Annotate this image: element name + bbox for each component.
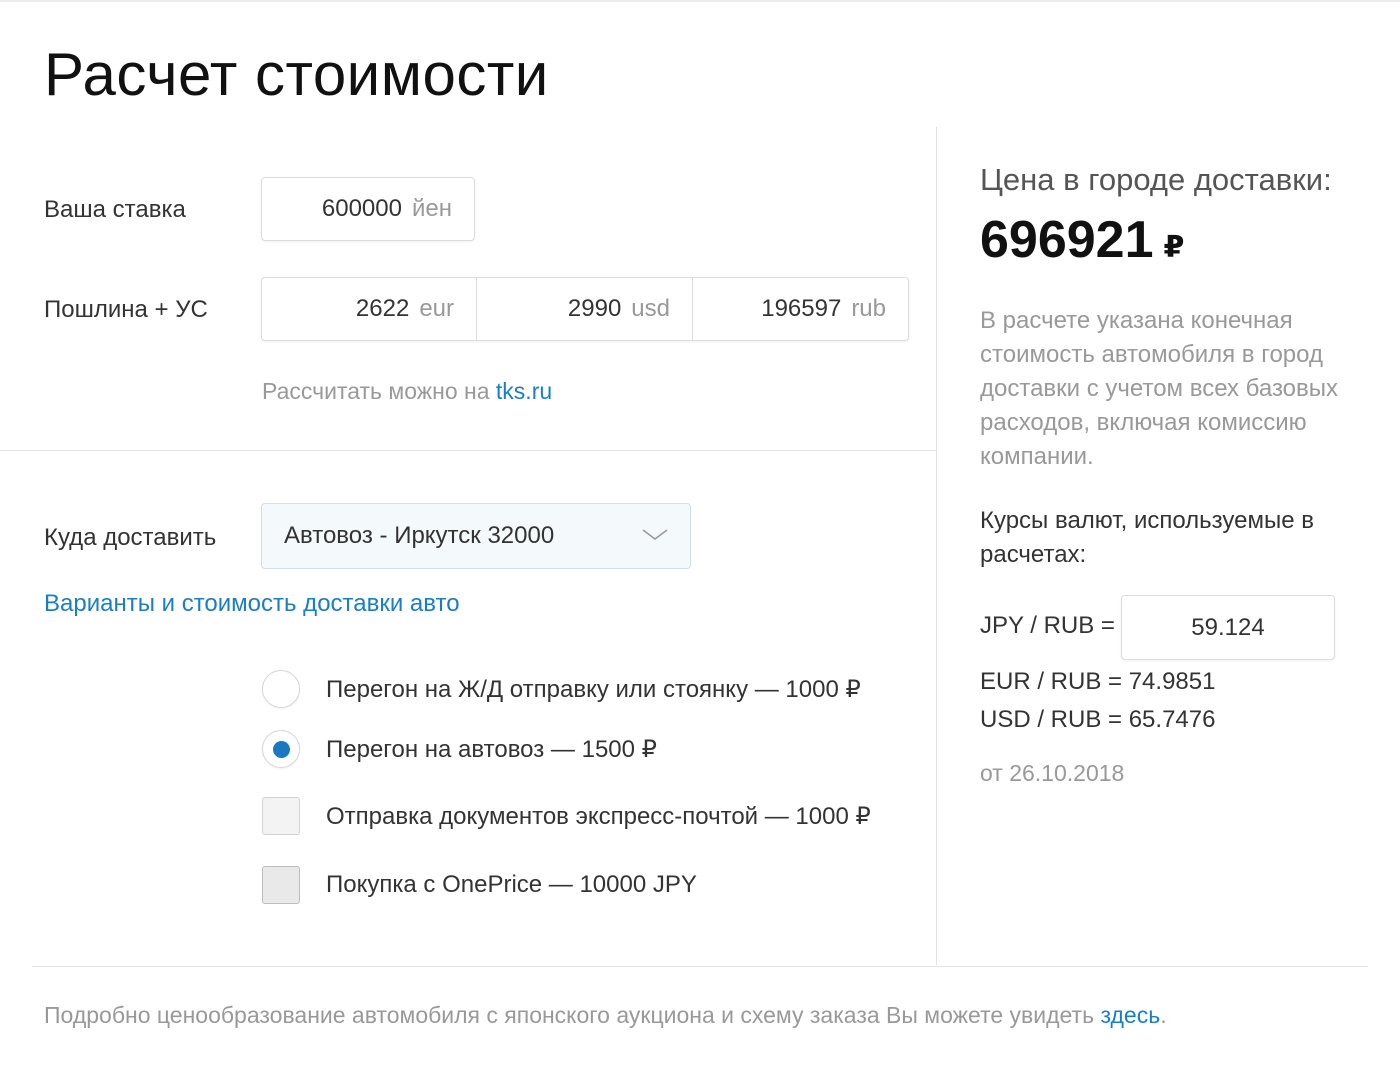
price-description: В расчете указана конечная стоимость авт… bbox=[980, 307, 1339, 470]
delivery-label: Куда доставить bbox=[44, 524, 217, 551]
option-rail-transfer-label: Перегон на Ж/Д отправку или стоянку — 10… bbox=[326, 675, 861, 703]
top-divider bbox=[0, 0, 1400, 2]
usd-rub-rate: USD / RUB = 65.7476 bbox=[980, 706, 1216, 733]
duty-input-group: 2622 eur 2990 usd 196597 rub bbox=[261, 277, 909, 341]
option-oneprice-label: Покупка с OnePrice — 10000 JPY bbox=[326, 871, 697, 898]
jpy-rub-label: JPY / RUB = bbox=[980, 612, 1115, 639]
checkbox-oneprice[interactable] bbox=[262, 866, 300, 904]
footer-here-link[interactable]: здесь bbox=[1100, 1002, 1160, 1028]
delivery-selected-value: Автовоз - Иркутск 32000 bbox=[284, 522, 555, 549]
page-title: Расчет стоимости bbox=[44, 41, 549, 108]
duty-rub-value: 196597 bbox=[761, 295, 842, 322]
bid-unit: йен bbox=[411, 195, 452, 222]
radio-rail-transfer[interactable] bbox=[262, 670, 300, 708]
jpy-rub-value: 59.124 bbox=[1191, 613, 1265, 641]
duty-eur-unit: eur bbox=[419, 295, 454, 322]
option-car-carrier-label: Перегон на автовоз — 1500 ₽ bbox=[326, 735, 657, 763]
duty-eur-field[interactable]: 2622 eur bbox=[262, 278, 476, 340]
footer-note: Подробно ценообразование автомобиля с яп… bbox=[44, 1002, 1167, 1029]
option-oneprice[interactable]: Покупка с OnePrice — 10000 JPY bbox=[262, 866, 697, 904]
footer-text: Подробно ценообразование автомобиля с яп… bbox=[44, 1002, 1095, 1028]
radio-car-carrier[interactable] bbox=[262, 730, 300, 768]
bid-input[interactable]: 600000 йен bbox=[261, 177, 475, 241]
duty-label: Пошлина + УС bbox=[44, 296, 208, 323]
duty-rub-field[interactable]: 196597 rub bbox=[693, 278, 908, 340]
duty-usd-unit: usd bbox=[631, 295, 670, 322]
tks-link[interactable]: tks.ru bbox=[496, 378, 552, 404]
delivery-select[interactable]: Автовоз - Иркутск 32000 bbox=[261, 503, 691, 569]
option-car-carrier[interactable]: Перегон на автовоз — 1500 ₽ bbox=[262, 730, 657, 768]
option-express-docs-label: Отправка документов экспресс-почтой — 10… bbox=[326, 802, 871, 830]
price-value: 696921 bbox=[980, 211, 1154, 269]
eur-rub-rate: EUR / RUB = 74.9851 bbox=[980, 668, 1216, 695]
option-rail-transfer[interactable]: Перегон на Ж/Д отправку или стоянку — 10… bbox=[262, 670, 861, 708]
option-express-docs[interactable]: Отправка документов экспресс-почтой — 10… bbox=[262, 797, 871, 835]
bid-label: Ваша ставка bbox=[44, 196, 186, 223]
duty-usd-value: 2990 bbox=[567, 295, 622, 322]
rates-date: от 26.10.2018 bbox=[980, 760, 1125, 786]
price-total: 696921 ₽ bbox=[980, 210, 1184, 270]
delivery-options-link[interactable]: Варианты и стоимость доставки авто bbox=[44, 590, 460, 618]
column-divider bbox=[936, 127, 937, 965]
bid-value: 600000 bbox=[321, 195, 402, 222]
chevron-down-icon bbox=[642, 529, 668, 540]
footer-divider bbox=[32, 966, 1368, 967]
checkbox-express-docs[interactable] bbox=[262, 797, 300, 835]
price-currency: ₽ bbox=[1163, 231, 1185, 264]
duty-hint-text: Рассчитать можно на bbox=[262, 378, 490, 404]
section-divider bbox=[0, 450, 936, 451]
duty-usd-field[interactable]: 2990 usd bbox=[477, 278, 692, 340]
footer-end: . bbox=[1160, 1002, 1167, 1028]
price-heading: Цена в городе доставки: bbox=[980, 162, 1332, 197]
rates-heading: Курсы валют, используемые в расчетах: bbox=[980, 507, 1315, 568]
duty-hint: Рассчитать можно на tks.ru bbox=[262, 378, 552, 405]
duty-eur-value: 2622 bbox=[355, 295, 410, 322]
duty-rub-unit: rub bbox=[851, 295, 886, 322]
jpy-rub-input[interactable]: 59.124 bbox=[1121, 595, 1335, 660]
